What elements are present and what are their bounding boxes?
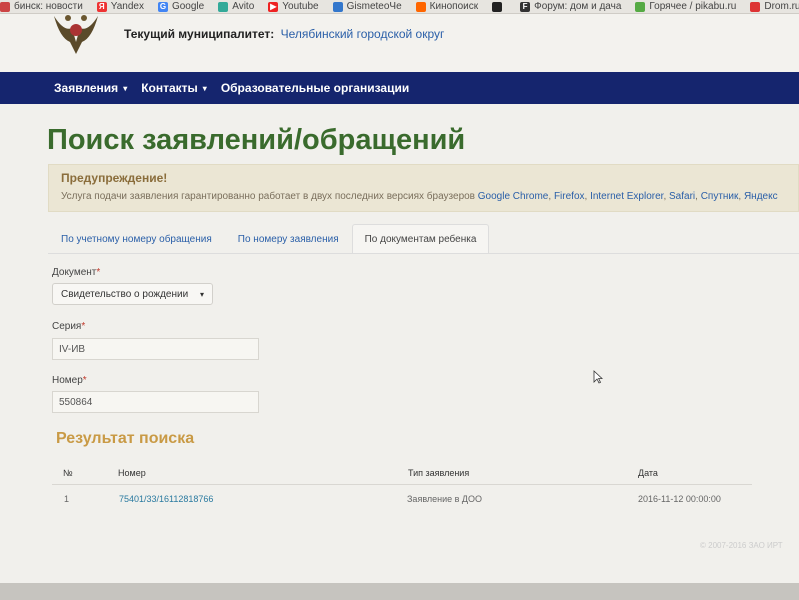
number-label: Номер*	[52, 375, 87, 386]
caret-down-icon: ▾	[199, 289, 204, 299]
browser-link-firefox[interactable]: Firefox	[554, 191, 585, 202]
search-tabs: По учетному номеру обращения По номеру з…	[48, 224, 799, 254]
google-icon: G	[157, 1, 168, 12]
bookmark-youtube[interactable]: ▶ Youtube	[268, 1, 319, 12]
document-select[interactable]: Свидетельство о рождении ▾	[52, 283, 213, 305]
news-icon	[0, 1, 10, 12]
tab-by-child-documents[interactable]: По документам ребенка	[351, 224, 490, 253]
coat-of-arms-icon[interactable]	[48, 8, 104, 58]
row-date: 2016-11-12 00:00:00	[638, 494, 721, 504]
tab-by-application-number[interactable]: По номеру заявления	[225, 224, 352, 253]
series-label: Серия*	[52, 321, 86, 332]
alert-title: Предупреждение!	[61, 171, 168, 185]
bookmark-gismeteo[interactable]: GismeteoЧе	[332, 1, 402, 12]
caret-down-icon: ▾	[202, 83, 207, 93]
municipality-link[interactable]: Челябинский городской округ	[281, 27, 445, 41]
column-header-number: Номер	[118, 468, 146, 478]
youtube-icon: ▶	[268, 1, 279, 12]
tab-by-account-number[interactable]: По учетному номеру обращения	[48, 224, 225, 253]
bookmarks-bar: бинск: новости Я Yandex G Google Avito ▶ Yo…	[0, 0, 799, 14]
series-input[interactable]: IV-ИВ	[52, 338, 259, 360]
browser-link-safari[interactable]: Safari	[669, 191, 695, 202]
nav-organizations[interactable]: Образовательные организации	[221, 81, 409, 95]
bookmark-kinopoisk[interactable]: Кинопоиск	[415, 1, 478, 12]
main-navbar: Заявления ▾ Контакты ▾ Образовательные орг…	[0, 72, 799, 104]
application-number-link[interactable]: 75401/33/16112818766	[119, 494, 213, 504]
pikabu-icon	[635, 1, 646, 12]
gismeteo-icon	[332, 1, 343, 12]
nav-applications[interactable]: Заявления ▾	[54, 81, 127, 95]
current-municipality: Текущий муниципалитет: Челябинский город…	[124, 27, 444, 41]
column-header-num: №	[63, 468, 73, 478]
bookmark-avito[interactable]: Avito	[218, 1, 254, 12]
site-header: Текущий муниципалитет: Челябинский город…	[0, 14, 799, 72]
avito-icon	[218, 1, 229, 12]
document-label: Документ*	[52, 267, 101, 278]
forum-icon: F	[520, 1, 531, 12]
municipality-label: Текущий муниципалитет:	[124, 27, 275, 41]
drom-icon	[750, 1, 761, 12]
number-input[interactable]: 550864	[52, 391, 259, 413]
browser-link-ie[interactable]: Internet Explorer	[590, 191, 663, 202]
app-icon	[492, 1, 503, 12]
bookmark-drom[interactable]: Drom.ru - автомоби	[750, 1, 799, 12]
caret-down-icon: ▾	[123, 83, 128, 93]
footer-copyright: © 2007-2016 ЗАО ИРТ	[700, 541, 783, 550]
bookmark-pikabu[interactable]: Горячее / pikabu.ru	[635, 1, 736, 12]
search-result-title: Результат поиска	[56, 430, 195, 447]
alert-text: Услуга подачи заявления гарантированно р…	[61, 191, 778, 202]
bookmark-forum[interactable]: F Форум: дом и дача	[520, 1, 621, 12]
warning-alert: Предупреждение! Услуга подачи заявления …	[48, 164, 799, 212]
column-header-type: Тип заявления	[408, 468, 470, 478]
row-type: Заявление в ДОО	[407, 494, 483, 504]
bookmark-app[interactable]	[492, 1, 506, 12]
browser-link-yandex[interactable]: Яндекс	[744, 191, 778, 202]
mouse-cursor-icon	[593, 370, 603, 384]
page-title: Поиск заявлений/обращений	[47, 124, 466, 156]
bookmark-google[interactable]: G Google	[157, 1, 204, 12]
screen-bezel	[0, 583, 799, 600]
row-num: 1	[64, 494, 70, 504]
column-header-date: Дата	[638, 468, 658, 478]
kinopoisk-icon	[415, 1, 426, 12]
table-divider	[52, 484, 752, 485]
nav-contacts[interactable]: Контакты ▾	[141, 81, 207, 95]
browser-link-sputnik[interactable]: Спутник	[701, 191, 739, 202]
browser-link-chrome[interactable]: Google Chrome	[478, 191, 549, 202]
